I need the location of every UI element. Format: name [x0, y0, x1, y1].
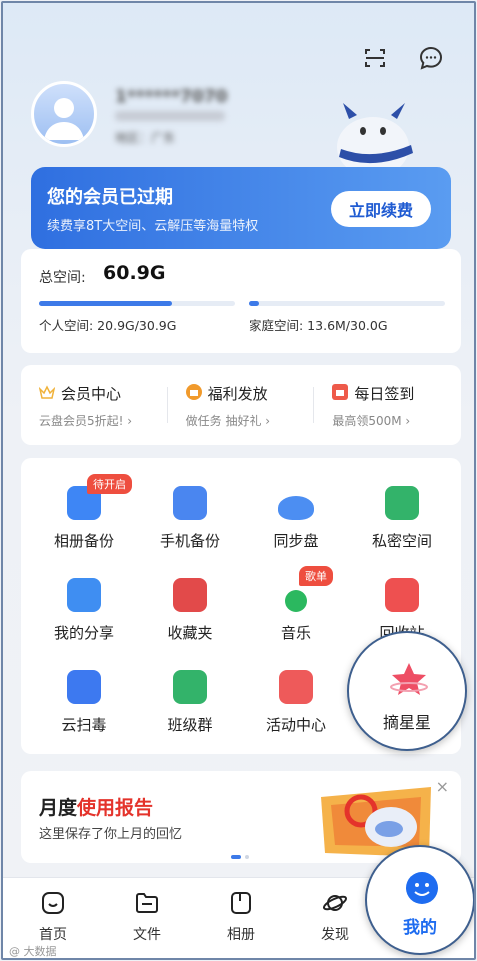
- grid-item-label: 云扫毒: [61, 716, 107, 734]
- feature-icon: [67, 670, 101, 704]
- grid-item[interactable]: 收藏夹: [135, 578, 245, 643]
- quick-member-center[interactable]: 会员中心 云盘会员5折起! ›: [21, 365, 168, 445]
- magnified-star-item[interactable]: 摘星星: [347, 631, 467, 751]
- grid-item-label: 相册备份: [53, 532, 114, 550]
- grid-item[interactable]: 活动中心: [241, 670, 351, 735]
- app-frame: 1******7070 地区：广东 您的会员已过期 续费享8T大空间、云解压等海…: [1, 1, 476, 960]
- family-space-bar: [249, 301, 445, 306]
- report-title-a: 月度: [39, 797, 78, 819]
- tab-label: 首页: [39, 927, 67, 943]
- calendar-icon: [332, 383, 349, 404]
- quick-welfare[interactable]: 福利发放 做任务 抽好礼 ›: [168, 365, 315, 445]
- avatar[interactable]: [31, 81, 97, 147]
- vip-banner[interactable]: 您的会员已过期 续费享8T大空间、云解压等海量特权 立即续费: [31, 167, 451, 249]
- report-subtitle: 这里保存了你上月的回忆: [39, 827, 183, 842]
- feature-icon: [173, 578, 207, 612]
- close-icon[interactable]: ×: [436, 777, 449, 796]
- monthly-report-card[interactable]: 月度使用报告 这里保存了你上月的回忆 ×: [21, 771, 461, 863]
- planet-icon: [322, 890, 348, 916]
- crown-icon: [38, 384, 56, 403]
- tab-label: 发现: [321, 927, 349, 943]
- star-icon: [390, 663, 428, 695]
- folder-icon: [134, 890, 160, 916]
- star-label: 摘星星: [382, 713, 431, 732]
- grid-item[interactable]: 相册备份 待开启: [29, 474, 139, 551]
- personal-space-bar: [39, 301, 235, 306]
- quick-subtitle: 做任务 抽好礼 ›: [185, 414, 271, 428]
- feature-icon: [385, 578, 419, 612]
- gift-badge-icon: [185, 383, 202, 404]
- total-space-value: 60.9G: [103, 262, 166, 284]
- tab-discover[interactable]: 发现: [305, 890, 365, 944]
- smile-icon: [406, 872, 438, 904]
- grid-item[interactable]: 云扫毒: [29, 670, 139, 735]
- tab-home[interactable]: 首页: [23, 890, 83, 944]
- album-icon: [228, 890, 254, 916]
- profile-subtitle: 地区：广东: [115, 131, 176, 145]
- tab-label: 相册: [227, 927, 255, 943]
- quick-subtitle: 云盘会员5折起! ›: [39, 414, 133, 428]
- grid-item-label: 手机备份: [159, 532, 220, 550]
- quick-title: 福利发放: [207, 385, 268, 403]
- scan-icon[interactable]: [360, 43, 390, 73]
- grid-item-label: 同步盘: [273, 532, 319, 550]
- feature-icon: [285, 590, 307, 612]
- feature-icon: [279, 670, 313, 704]
- family-space-label: 家庭空间: 13.6M/30.0G: [249, 318, 388, 333]
- pager-dots: [231, 855, 249, 859]
- vip-title: 您的会员已过期: [47, 187, 173, 208]
- grid-item[interactable]: 音乐 歌单: [241, 566, 351, 643]
- grid-item[interactable]: 同步盘: [241, 486, 351, 551]
- mascot-illustration: [337, 103, 413, 169]
- tab-files[interactable]: 文件: [117, 890, 177, 944]
- quick-entries: 会员中心 云盘会员5折起! › 福利发放 做任务 抽好礼 › 每日签到 最高领5…: [21, 365, 461, 445]
- feature-icon: [385, 486, 419, 520]
- feature-icon: [173, 486, 207, 520]
- feature-icon: [173, 670, 207, 704]
- feature-icon: [67, 578, 101, 612]
- grid-item[interactable]: 班级群: [135, 670, 245, 735]
- grid-item-label: 我的分享: [53, 624, 114, 642]
- watermark: @ 大数据: [9, 945, 57, 958]
- header-actions: [360, 43, 446, 73]
- vip-subtitle: 续费享8T大空间、云解压等海量特权: [47, 219, 259, 234]
- grid-badge: 歌单: [299, 566, 333, 586]
- grid-item-label: 班级群: [167, 716, 213, 734]
- grid-item[interactable]: 私密空间: [347, 486, 457, 551]
- report-title-b: 使用报告: [77, 797, 154, 819]
- quick-title: 会员中心: [61, 385, 122, 403]
- tab-album[interactable]: 相册: [211, 890, 271, 944]
- grid-item-label: 音乐: [280, 624, 311, 642]
- tab-mine[interactable]: 我的: [365, 845, 474, 955]
- grid-item-label: 活动中心: [265, 716, 326, 734]
- storage-card[interactable]: 总空间: 60.9G 个人空间: 20.9G/30.9G 家庭空间: 13.6M…: [21, 249, 461, 353]
- profile-line: [115, 111, 225, 121]
- grid-item[interactable]: 我的分享: [29, 578, 139, 643]
- message-icon[interactable]: [416, 43, 446, 73]
- quick-subtitle: 最高领500M ›: [332, 414, 411, 428]
- grid-badge: 待开启: [87, 474, 132, 494]
- quick-daily-signin[interactable]: 每日签到 最高领500M ›: [314, 365, 461, 445]
- total-space-label: 总空间:: [39, 270, 86, 286]
- quick-title: 每日签到: [354, 385, 415, 403]
- tab-label: 我的: [403, 918, 437, 938]
- home-icon: [40, 890, 66, 916]
- renew-button[interactable]: 立即续费: [331, 191, 431, 227]
- feature-icon: [278, 496, 314, 520]
- tab-label: 文件: [133, 927, 161, 943]
- grid-item-label: 收藏夹: [167, 624, 213, 642]
- grid-item[interactable]: 手机备份: [135, 486, 245, 551]
- report-title: 月度使用报告: [39, 793, 153, 820]
- grid-item-label: 私密空间: [371, 532, 432, 550]
- personal-space-label: 个人空间: 20.9G/30.9G: [39, 318, 177, 333]
- profile-name: 1******7070: [115, 87, 228, 107]
